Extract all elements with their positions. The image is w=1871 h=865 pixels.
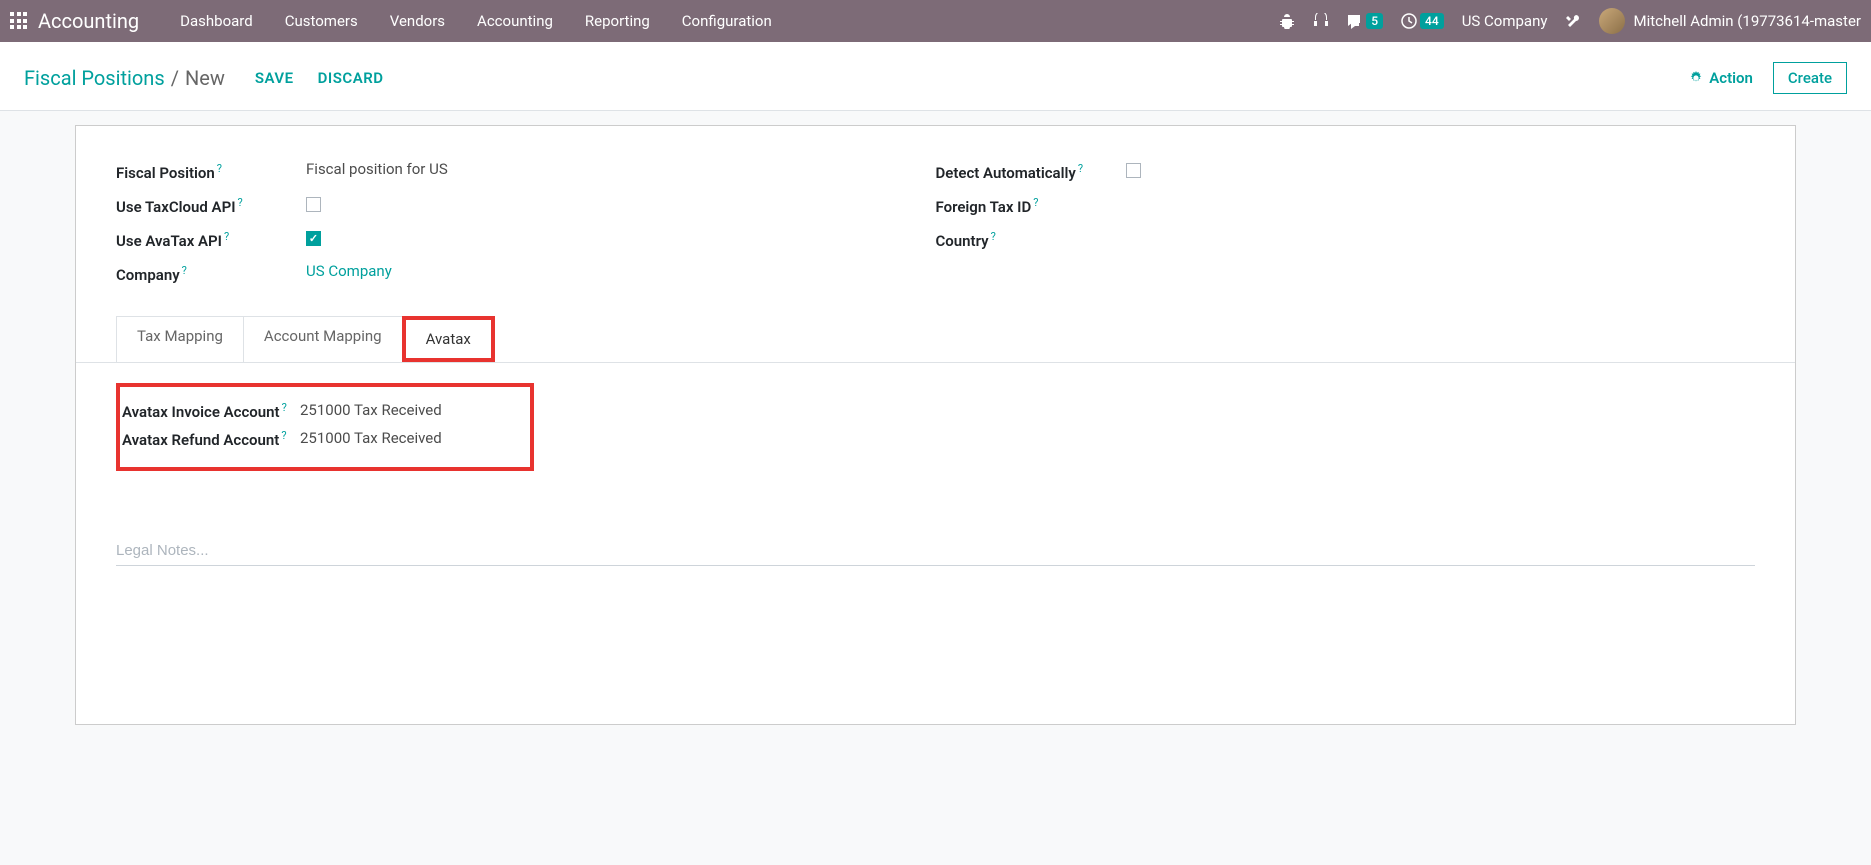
value-company[interactable]: US Company	[306, 262, 936, 280]
activities-badge: 44	[1420, 13, 1444, 29]
checkbox-avatax[interactable]	[306, 231, 321, 246]
action-label: Action	[1709, 69, 1753, 87]
row-use-taxcloud: Use TaxCloud API?	[116, 194, 936, 216]
breadcrumb-current: New	[185, 66, 225, 90]
label-detect-auto: Detect Automatically?	[936, 160, 1126, 182]
help-icon[interactable]: ?	[238, 196, 243, 209]
value-fiscal-position[interactable]: Fiscal position for US	[306, 160, 936, 178]
tabs: Tax Mapping Account Mapping Avatax	[76, 316, 1795, 363]
breadcrumb: Fiscal Positions / New	[24, 66, 225, 90]
cp-buttons: SAVE DISCARD	[255, 69, 384, 87]
nav-configuration[interactable]: Configuration	[666, 2, 788, 40]
nav-links: Dashboard Customers Vendors Accounting R…	[164, 2, 788, 40]
conversations-badge: 5	[1366, 13, 1383, 29]
action-dropdown[interactable]: Action	[1689, 69, 1753, 87]
breadcrumb-separator: /	[171, 66, 179, 90]
row-detect-auto: Detect Automatically?	[936, 160, 1756, 182]
support-icon[interactable]	[1313, 13, 1329, 29]
tab-avatax[interactable]: Avatax	[402, 316, 495, 362]
activities-icon[interactable]: 44	[1401, 13, 1444, 29]
legal-notes-section	[76, 536, 1795, 566]
row-avatax-invoice: Avatax Invoice Account? 251000 Tax Recei…	[120, 401, 514, 421]
label-fiscal-position: Fiscal Position?	[116, 160, 306, 182]
row-avatax-refund: Avatax Refund Account? 251000 Tax Receiv…	[120, 429, 514, 449]
breadcrumb-root[interactable]: Fiscal Positions	[24, 66, 165, 90]
form-top: Fiscal Position? Fiscal position for US …	[76, 160, 1795, 296]
tab-content: Avatax Invoice Account? 251000 Tax Recei…	[76, 363, 1795, 491]
legal-notes-input[interactable]	[116, 536, 1755, 566]
bug-icon[interactable]	[1279, 13, 1295, 29]
main-area: Fiscal Position? Fiscal position for US …	[0, 111, 1871, 725]
conversations-icon[interactable]: 5	[1347, 13, 1383, 29]
tools-icon[interactable]	[1565, 13, 1581, 29]
form-col-right: Detect Automatically? Foreign Tax ID? Co…	[936, 160, 1756, 296]
company-selector[interactable]: US Company	[1462, 12, 1548, 30]
row-country: Country?	[936, 228, 1756, 250]
row-foreign-tax: Foreign Tax ID?	[936, 194, 1756, 216]
checkbox-detect-auto[interactable]	[1126, 163, 1141, 178]
label-use-taxcloud: Use TaxCloud API?	[116, 194, 306, 216]
create-button[interactable]: Create	[1773, 62, 1847, 94]
nav-reporting[interactable]: Reporting	[569, 2, 666, 40]
label-use-avatax: Use AvaTax API?	[116, 228, 306, 250]
cp-right: Action Create	[1689, 62, 1847, 94]
row-fiscal-position: Fiscal Position? Fiscal position for US	[116, 160, 936, 182]
user-name: Mitchell Admin (19773614-master	[1633, 12, 1861, 30]
brand-text: Accounting	[38, 9, 139, 33]
app-brand[interactable]: Accounting	[10, 9, 139, 33]
tabs-container: Tax Mapping Account Mapping Avatax Avata…	[76, 316, 1795, 491]
help-icon[interactable]: ?	[282, 401, 287, 414]
label-avatax-invoice: Avatax Invoice Account?	[120, 401, 300, 421]
help-icon[interactable]: ?	[182, 264, 187, 277]
navbar-left: Accounting Dashboard Customers Vendors A…	[10, 2, 788, 40]
form-col-left: Fiscal Position? Fiscal position for US …	[116, 160, 936, 296]
discard-button[interactable]: DISCARD	[318, 69, 384, 87]
help-icon[interactable]: ?	[281, 429, 286, 442]
checkbox-taxcloud[interactable]	[306, 197, 321, 212]
nav-dashboard[interactable]: Dashboard	[164, 2, 269, 40]
value-detect-auto	[1126, 160, 1756, 182]
save-button[interactable]: SAVE	[255, 69, 294, 87]
value-use-taxcloud	[306, 194, 936, 216]
value-avatax-invoice[interactable]: 251000 Tax Received	[300, 401, 442, 421]
tab-tax-mapping[interactable]: Tax Mapping	[116, 316, 243, 362]
help-icon[interactable]: ?	[224, 230, 229, 243]
apps-grid-icon	[10, 12, 28, 30]
gear-icon	[1689, 71, 1703, 85]
user-menu[interactable]: Mitchell Admin (19773614-master	[1599, 8, 1861, 34]
tab-account-mapping[interactable]: Account Mapping	[243, 316, 402, 362]
nav-accounting[interactable]: Accounting	[461, 2, 569, 40]
label-country: Country?	[936, 228, 1126, 250]
row-use-avatax: Use AvaTax API?	[116, 228, 936, 250]
top-navbar: Accounting Dashboard Customers Vendors A…	[0, 0, 1871, 42]
help-icon[interactable]: ?	[217, 162, 222, 175]
label-foreign-tax: Foreign Tax ID?	[936, 194, 1126, 216]
label-company: Company?	[116, 262, 306, 284]
navbar-right: 5 44 US Company Mitchell Admin (19773614…	[1279, 8, 1861, 34]
value-use-avatax	[306, 228, 936, 246]
form-sheet: Fiscal Position? Fiscal position for US …	[75, 125, 1796, 725]
help-icon[interactable]: ?	[991, 230, 996, 243]
row-company: Company? US Company	[116, 262, 936, 284]
help-icon[interactable]: ?	[1033, 196, 1038, 209]
value-avatax-refund[interactable]: 251000 Tax Received	[300, 429, 442, 449]
avatar	[1599, 8, 1625, 34]
label-avatax-refund: Avatax Refund Account?	[120, 429, 300, 449]
avatax-highlight-box: Avatax Invoice Account? 251000 Tax Recei…	[116, 383, 534, 471]
nav-customers[interactable]: Customers	[269, 2, 374, 40]
nav-vendors[interactable]: Vendors	[374, 2, 461, 40]
control-panel: Fiscal Positions / New SAVE DISCARD Acti…	[0, 42, 1871, 111]
help-icon[interactable]: ?	[1078, 162, 1083, 175]
